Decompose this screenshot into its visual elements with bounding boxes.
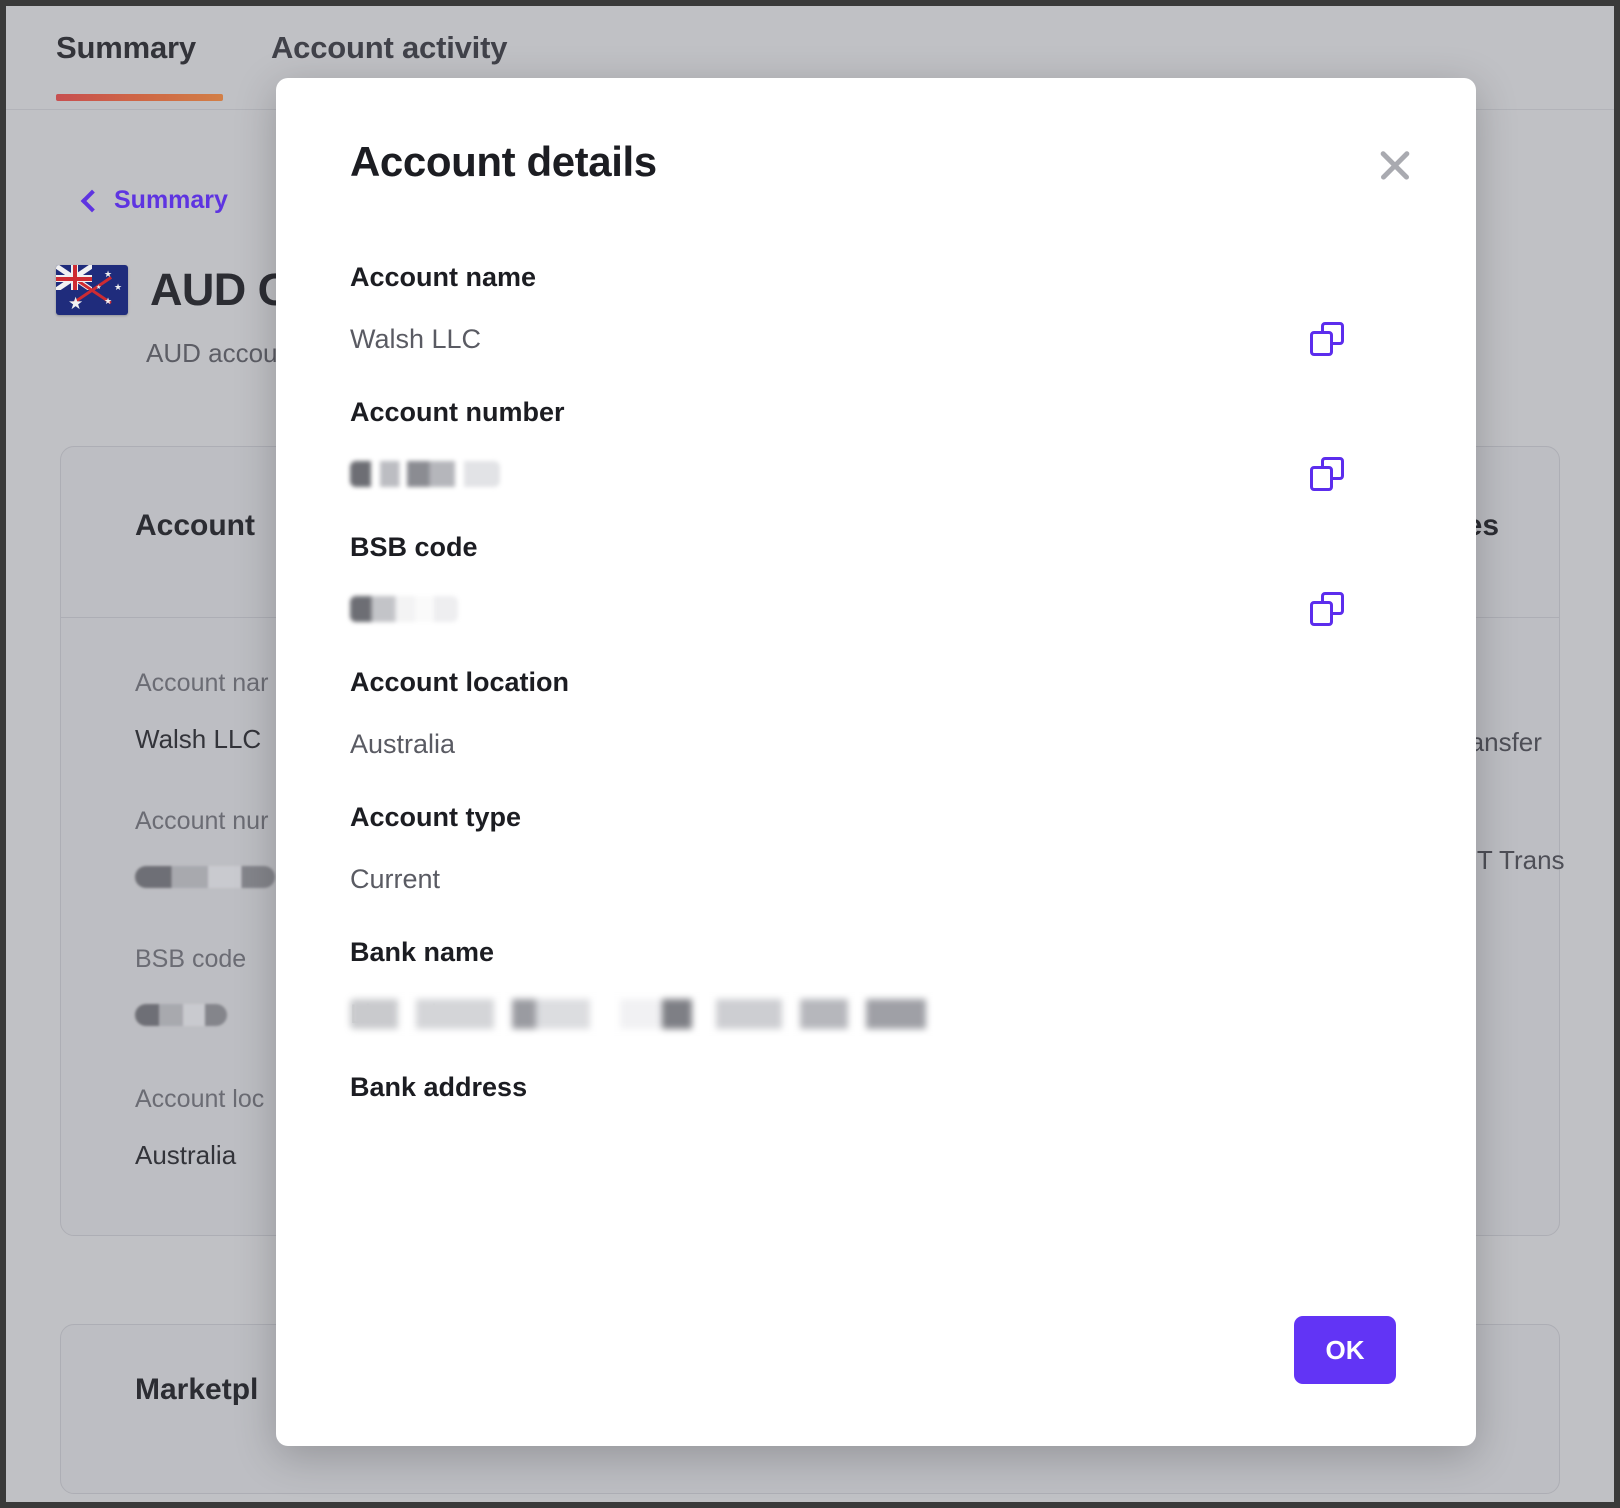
field-label-account-number: Account number bbox=[350, 397, 565, 427]
field-row-account-location: Australia bbox=[350, 724, 1402, 764]
field-value-account-location: Australia bbox=[350, 728, 456, 759]
field-label-bank-address: Bank address bbox=[350, 1072, 528, 1102]
copy-icon-account-name[interactable] bbox=[1310, 322, 1344, 356]
field-label-account-name: Account name bbox=[350, 262, 537, 292]
redacted-account-number bbox=[350, 461, 500, 487]
ok-button[interactable]: OK bbox=[1294, 1316, 1396, 1384]
dialog-title: Account details bbox=[350, 138, 657, 185]
redacted-bsb-code bbox=[350, 596, 458, 622]
app-window: Summary Account activity Summary ★ ★ ★ ★… bbox=[0, 0, 1620, 1508]
field-row-bank-name: Limited bbox=[350, 994, 1402, 1034]
field-label-account-type: Account type bbox=[350, 802, 522, 832]
field-value-account-type: Current bbox=[350, 863, 441, 894]
field-label-bank-name: Bank name bbox=[350, 937, 495, 967]
field-value-account-name: Walsh LLC bbox=[350, 323, 482, 354]
dialog-fields: Account name Walsh LLC Account number BS… bbox=[350, 262, 1402, 1103]
field-row-bsb-code bbox=[350, 589, 1402, 629]
field-label-account-location: Account location bbox=[350, 667, 570, 697]
copy-icon-bsb-code[interactable] bbox=[1310, 592, 1344, 626]
field-row-account-name: Walsh LLC bbox=[350, 319, 1402, 359]
field-row-account-type: Current bbox=[350, 859, 1402, 899]
redacted-bank-name bbox=[350, 999, 950, 1029]
field-label-bsb-code: BSB code bbox=[350, 532, 478, 562]
copy-icon-account-number[interactable] bbox=[1310, 457, 1344, 491]
account-details-dialog: Account details Account name Walsh LLC A… bbox=[276, 78, 1476, 1446]
field-row-account-number bbox=[350, 454, 1402, 494]
close-icon[interactable] bbox=[1372, 142, 1418, 188]
